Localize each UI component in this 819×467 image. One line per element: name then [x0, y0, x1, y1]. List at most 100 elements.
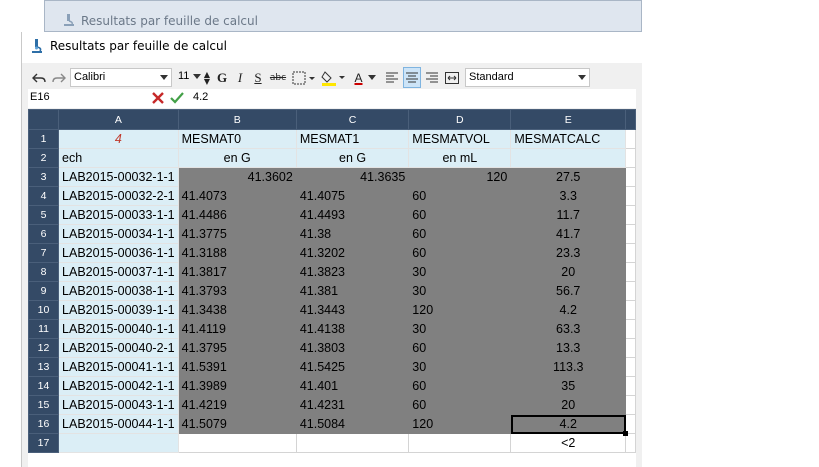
cell-value[interactable]: <2 — [510, 433, 627, 453]
cell-value[interactable]: 41.3202 — [295, 243, 410, 263]
cell-value[interactable]: 41.7 — [510, 224, 627, 244]
cell-value[interactable]: 41.3775 — [177, 224, 297, 244]
cell-value[interactable]: 41.4073 — [177, 186, 297, 206]
redo-icon[interactable] — [50, 67, 68, 88]
font-size-select[interactable]: 11 — [175, 68, 201, 87]
cell-value[interactable]: 41.3602 — [177, 167, 297, 187]
cell-value[interactable]: 13.3 — [510, 338, 627, 358]
cell-value[interactable]: 63.3 — [510, 319, 627, 339]
cell-value[interactable]: 11.7 — [510, 205, 627, 225]
cell[interactable] — [625, 186, 636, 206]
cell[interactable] — [625, 224, 636, 244]
underline-button[interactable]: S — [250, 67, 266, 88]
cell-value[interactable]: 30 — [408, 357, 512, 377]
cell[interactable] — [408, 433, 512, 453]
cell-value[interactable]: 41.5079 — [177, 414, 297, 434]
row-header[interactable]: 1 — [28, 129, 60, 149]
font-size-stepper-icon[interactable]: ▲ ▼ — [202, 67, 212, 88]
column-header-d[interactable]: D — [408, 109, 512, 130]
row-header[interactable]: 10 — [28, 300, 60, 320]
font-name-select[interactable]: Calibri — [70, 68, 172, 87]
column-header-a[interactable]: A — [58, 109, 179, 130]
cell-unit[interactable]: en mL — [408, 148, 512, 168]
cell-value[interactable]: 27.5 — [510, 167, 627, 187]
cell[interactable] — [625, 338, 636, 358]
cell[interactable] — [625, 376, 636, 396]
confirm-icon[interactable] — [170, 91, 184, 108]
cell[interactable] — [625, 281, 636, 301]
cell-sample-id[interactable]: LAB2015-00042-1-1 — [58, 376, 179, 396]
cell[interactable] — [625, 319, 636, 339]
cell-unit[interactable] — [510, 148, 627, 168]
cell-value[interactable]: 41.4119 — [177, 319, 297, 339]
row-header[interactable]: 3 — [28, 167, 60, 187]
align-center-icon[interactable] — [403, 67, 421, 88]
cell[interactable] — [625, 129, 636, 149]
cell-value[interactable]: 41.3443 — [295, 300, 410, 320]
cell-value[interactable]: 120 — [408, 414, 512, 434]
cell[interactable] — [625, 395, 636, 415]
cell-value[interactable]: 41.4493 — [295, 205, 410, 225]
cell[interactable] — [625, 205, 636, 225]
row-header[interactable]: 7 — [28, 243, 60, 263]
cell-value[interactable]: 41.3803 — [295, 338, 410, 358]
cell-sample-id[interactable]: LAB2015-00034-1-1 — [58, 224, 179, 244]
cell-value[interactable]: 41.401 — [295, 376, 410, 396]
cell-sample-id[interactable]: LAB2015-00037-1-1 — [58, 262, 179, 282]
row-header[interactable]: 9 — [28, 281, 60, 301]
cell-value[interactable]: 60 — [408, 243, 512, 263]
cell-value[interactable]: 41.38 — [295, 224, 410, 244]
select-all-corner[interactable] — [28, 109, 60, 130]
cell[interactable] — [177, 433, 297, 453]
cell-value[interactable]: 20 — [510, 262, 627, 282]
cell-value[interactable]: 41.4231 — [295, 395, 410, 415]
cell-sample-id[interactable]: LAB2015-00040-2-1 — [58, 338, 179, 358]
row-header[interactable]: 2 — [28, 148, 60, 168]
cell-header[interactable]: 4 — [58, 129, 179, 149]
cell-value[interactable]: 41.3635 — [295, 167, 410, 187]
cell-value[interactable]: 41.4138 — [295, 319, 410, 339]
cell-value[interactable]: 120 — [408, 167, 512, 187]
row-header[interactable]: 4 — [28, 186, 60, 206]
cell-sample-id[interactable]: LAB2015-00033-1-1 — [58, 205, 179, 225]
cell-sample-id[interactable]: LAB2015-00032-1-1 — [58, 167, 179, 187]
cell-header[interactable]: MESMAT0 — [177, 129, 297, 149]
cell-value[interactable]: 30 — [408, 262, 512, 282]
number-format-select[interactable]: Standard — [465, 68, 590, 87]
row-header[interactable]: 16 — [28, 414, 60, 434]
cell-value[interactable]: 113.3 — [510, 357, 627, 377]
cell-value[interactable]: 23.3 — [510, 243, 627, 263]
cell[interactable] — [58, 433, 179, 453]
fill-handle[interactable] — [622, 430, 628, 436]
selected-cell[interactable]: 4.2 — [510, 414, 627, 434]
cell-value[interactable]: 41.3989 — [177, 376, 297, 396]
row-header[interactable]: 5 — [28, 205, 60, 225]
row-header[interactable]: 8 — [28, 262, 60, 282]
cell-unit[interactable]: en G — [295, 148, 410, 168]
undo-icon[interactable] — [30, 67, 48, 88]
cell-sample-id[interactable]: LAB2015-00039-1-1 — [58, 300, 179, 320]
cell[interactable] — [625, 167, 636, 187]
column-width-icon[interactable] — [443, 67, 461, 88]
cell-value[interactable]: 41.3817 — [177, 262, 297, 282]
cell-value[interactable]: 20 — [510, 395, 627, 415]
spreadsheet-grid[interactable]: A B C D E 1 4 MESMAT0 MESMAT1 MESMATVOL MESMA… — [28, 109, 636, 467]
row-header[interactable]: 14 — [28, 376, 60, 396]
italic-button[interactable]: I — [232, 67, 248, 88]
cell-value[interactable]: 60 — [408, 224, 512, 244]
cell-value[interactable]: 60 — [408, 376, 512, 396]
cell-header[interactable]: MESMATCALC — [510, 129, 627, 149]
cell-value[interactable]: 41.4075 — [295, 186, 410, 206]
cell-unit[interactable]: ech — [58, 148, 179, 168]
cell-sample-id[interactable]: LAB2015-00041-1-1 — [58, 357, 179, 377]
align-left-icon[interactable] — [383, 67, 401, 88]
column-header-f[interactable] — [625, 109, 636, 130]
cell-value[interactable]: 56.7 — [510, 281, 627, 301]
formula-input[interactable]: 4.2 — [193, 91, 208, 103]
row-header[interactable]: 15 — [28, 395, 60, 415]
cell[interactable] — [625, 148, 636, 168]
cell-value[interactable]: 41.4219 — [177, 395, 297, 415]
cell-value[interactable]: 120 — [408, 300, 512, 320]
title-bar[interactable]: Resultats par feuille de calcul — [22, 32, 643, 63]
bold-button[interactable]: G — [214, 67, 230, 88]
